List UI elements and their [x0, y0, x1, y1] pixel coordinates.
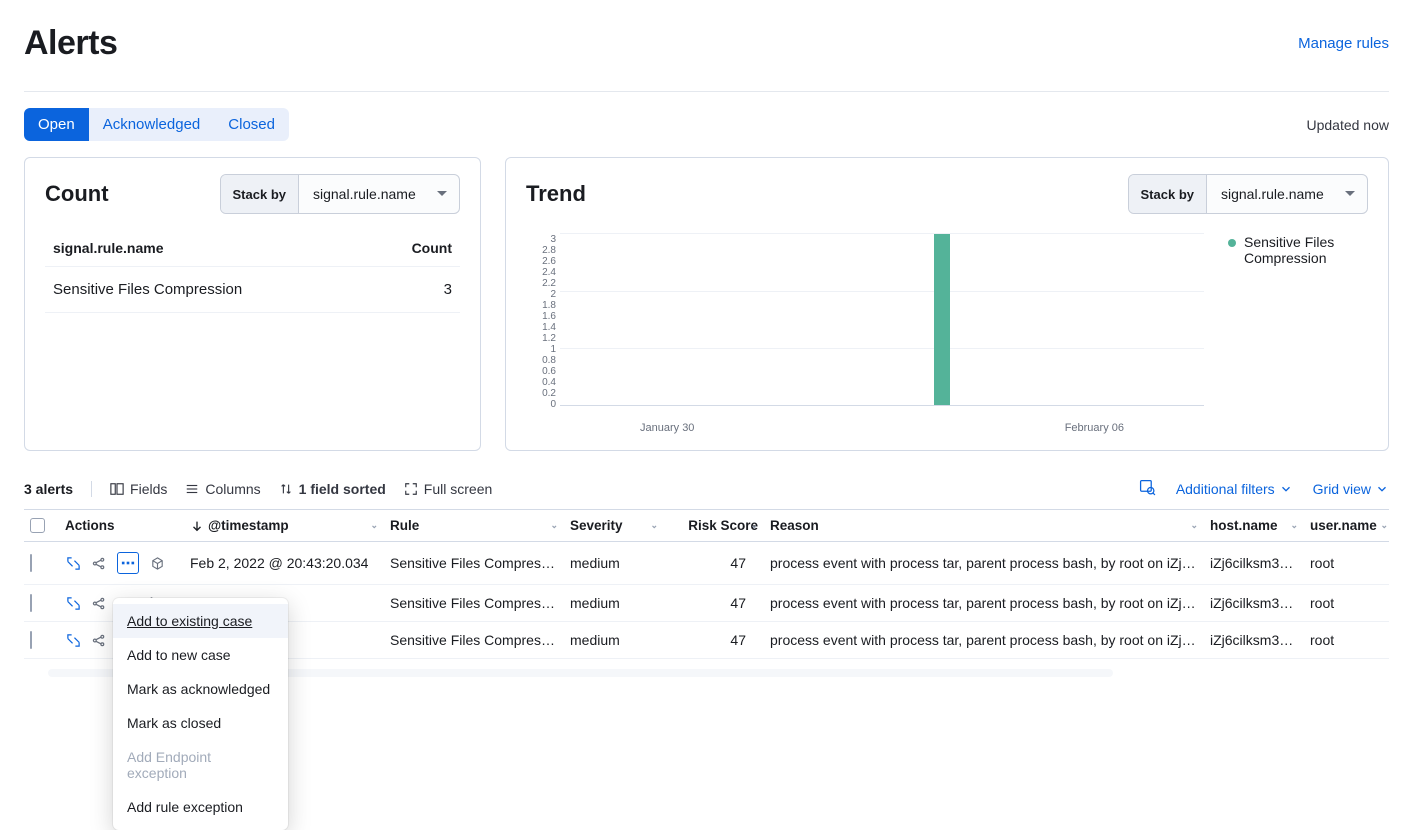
grid-header-row: Actions @timestamp⌄ Rule⌄ Severity⌄ Risk… — [24, 510, 1389, 542]
divider — [91, 481, 92, 497]
trend-stackby-select[interactable]: Stack by signal.rule.name — [1128, 174, 1368, 214]
cell-risk: 47 — [664, 622, 764, 658]
count-stackby-select[interactable]: Stack by signal.rule.name — [220, 174, 460, 214]
cell-rule: Sensitive Files Compression — [384, 545, 564, 581]
row-actions-popover: Add to existing case Add to new case Mar… — [113, 598, 288, 830]
grid-view-button[interactable]: Grid view — [1313, 481, 1389, 497]
cell-user: root — [1304, 545, 1394, 581]
chevron-down-icon — [1279, 482, 1293, 496]
chevron-down-icon — [1375, 482, 1389, 496]
stackby-value: signal.rule.name — [1207, 186, 1367, 202]
expand-icon[interactable] — [65, 595, 81, 611]
cell-rule: Sensitive Files Compression — [384, 622, 564, 658]
x-axis: January 30 February 06 — [560, 416, 1204, 434]
list-icon — [185, 482, 199, 496]
fullscreen-icon — [404, 482, 418, 496]
menu-add-existing-case[interactable]: Add to existing case — [113, 604, 288, 638]
analyze-icon[interactable] — [91, 555, 107, 571]
col-severity[interactable]: Severity⌄ — [564, 510, 664, 541]
row-checkbox[interactable] — [30, 594, 32, 612]
menu-add-new-case[interactable]: Add to new case — [113, 638, 288, 672]
count-panel: Count Stack by signal.rule.name signal.r… — [24, 157, 481, 451]
cell-host: iZj6cilksm3s… — [1204, 622, 1304, 658]
status-tabs: Open Acknowledged Closed — [24, 108, 289, 141]
menu-mark-acknowledged[interactable]: Mark as acknowledged — [113, 672, 288, 706]
page-title: Alerts — [24, 24, 117, 63]
col-host[interactable]: host.name⌄ — [1204, 510, 1304, 541]
cell-severity: medium — [564, 585, 664, 621]
select-all-checkbox[interactable] — [30, 518, 45, 533]
count-col-count: Count — [412, 240, 452, 256]
col-user[interactable]: user.name⌄ — [1304, 510, 1394, 541]
row-checkbox[interactable] — [30, 631, 32, 649]
inspect-icon[interactable] — [1139, 479, 1156, 499]
tab-closed[interactable]: Closed — [214, 108, 289, 141]
legend-label: Sensitive Files Compression — [1244, 234, 1368, 266]
cell-severity: medium — [564, 545, 664, 581]
cube-icon[interactable] — [149, 555, 165, 571]
cell-reason: process event with process tar, parent p… — [764, 622, 1204, 658]
trend-panel: Trend Stack by signal.rule.name 3 2.8 2.… — [505, 157, 1389, 451]
cell-rule: Sensitive Files Compression — [384, 585, 564, 621]
tab-open[interactable]: Open — [24, 108, 89, 141]
analyze-icon[interactable] — [91, 632, 107, 648]
analyze-icon[interactable] — [91, 595, 107, 611]
stackby-value: signal.rule.name — [299, 186, 459, 202]
table-row: Feb 2, 2022 @ 20:43:20.034 Sensitive Fil… — [24, 542, 1389, 585]
trend-title: Trend — [526, 181, 586, 207]
fullscreen-button[interactable]: Full screen — [404, 481, 492, 497]
stackby-label: Stack by — [221, 175, 299, 213]
updated-now-label: Updated now — [1306, 117, 1389, 133]
trend-bar — [934, 234, 950, 405]
page-header: Alerts Manage rules — [24, 24, 1389, 92]
cell-host: iZj6cilksm3s… — [1204, 585, 1304, 621]
additional-filters-button[interactable]: Additional filters — [1176, 481, 1293, 497]
trend-legend: Sensitive Files Compression — [1228, 234, 1368, 434]
columns-button[interactable]: Columns — [185, 481, 260, 497]
expand-icon[interactable] — [65, 632, 81, 648]
grid-toolbar: 3 alerts Fields Columns 1 field sorted F… — [24, 475, 1389, 509]
arrow-down-icon — [190, 519, 204, 533]
count-row-name: Sensitive Files Compression — [53, 281, 242, 298]
cell-reason: process event with process tar, parent p… — [764, 585, 1204, 621]
manage-rules-link[interactable]: Manage rules — [1298, 35, 1389, 52]
cell-timestamp: Feb 2, 2022 @ 20:43:20.034 — [184, 545, 384, 581]
stackby-label: Stack by — [1129, 175, 1207, 213]
cell-user: root — [1304, 585, 1394, 621]
expand-icon[interactable] — [65, 555, 81, 571]
fields-button[interactable]: Fields — [110, 481, 167, 497]
trend-chart: 3 2.8 2.6 2.4 2.2 2 1.8 1.6 1.4 1.2 1 0.… — [526, 234, 1204, 434]
count-table: signal.rule.name Count Sensitive Files C… — [45, 234, 460, 313]
plot-area — [560, 234, 1204, 406]
row-checkbox[interactable] — [30, 554, 32, 572]
cell-reason: process event with process tar, parent p… — [764, 545, 1204, 581]
cell-risk: 47 — [664, 545, 764, 581]
menu-mark-closed[interactable]: Mark as closed — [113, 706, 288, 740]
alert-count: 3 alerts — [24, 481, 73, 497]
tab-acknowledged[interactable]: Acknowledged — [89, 108, 215, 141]
y-axis: 3 2.8 2.6 2.4 2.2 2 1.8 1.6 1.4 1.2 1 0.… — [526, 234, 556, 406]
cell-user: root — [1304, 622, 1394, 658]
cell-severity: medium — [564, 622, 664, 658]
count-row: Sensitive Files Compression 3 — [45, 267, 460, 313]
more-actions-icon[interactable] — [117, 552, 139, 574]
menu-add-endpoint-exception: Add Endpoint exception — [113, 740, 288, 790]
col-rule[interactable]: Rule⌄ — [384, 510, 564, 541]
count-col-name: signal.rule.name — [53, 240, 163, 256]
col-risk[interactable]: Risk Score⌄ — [664, 510, 764, 541]
sort-icon — [279, 482, 293, 496]
cell-host: iZj6cilksm3s… — [1204, 545, 1304, 581]
fields-icon — [110, 482, 124, 496]
col-timestamp[interactable]: @timestamp⌄ — [184, 510, 384, 541]
col-reason[interactable]: Reason⌄ — [764, 510, 1204, 541]
cell-risk: 47 — [664, 585, 764, 621]
legend-swatch-icon — [1228, 239, 1236, 247]
count-row-value: 3 — [444, 281, 452, 298]
sort-button[interactable]: 1 field sorted — [279, 481, 386, 497]
count-title: Count — [45, 181, 109, 207]
menu-add-rule-exception[interactable]: Add rule exception — [113, 790, 288, 824]
col-actions: Actions — [59, 510, 184, 541]
